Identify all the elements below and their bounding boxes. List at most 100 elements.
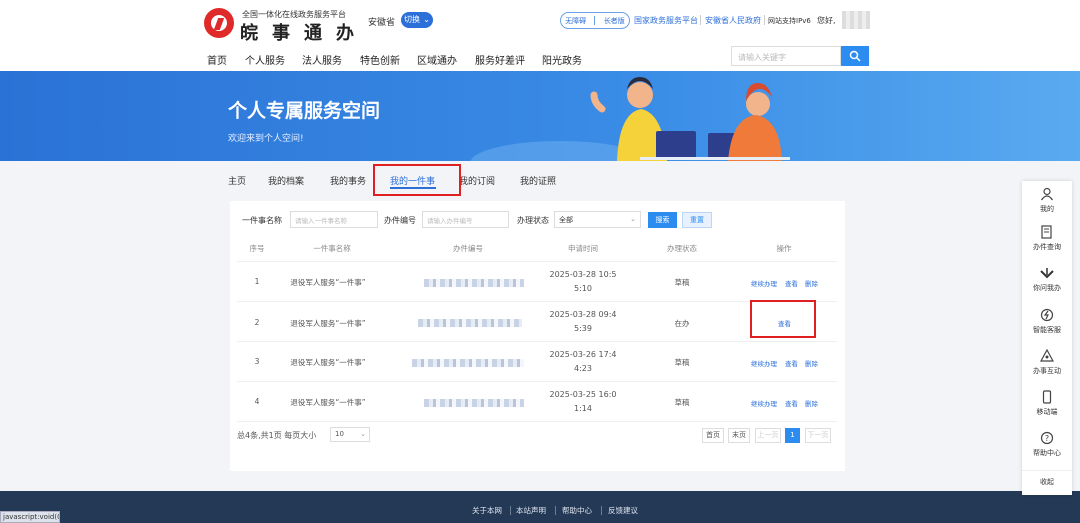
footer-feedback-link[interactable]: 反馈建议 <box>608 505 638 516</box>
greeting: 您好, <box>817 16 836 25</box>
footer-about-link[interactable]: 关于本网 <box>472 505 502 516</box>
row-2-code-redacted <box>418 319 522 327</box>
nav-regional[interactable]: 区域通办 <box>417 52 457 67</box>
help-icon: ? <box>1040 431 1054 445</box>
sidebar-collapse-button[interactable]: 收起 <box>1022 470 1072 487</box>
divider <box>237 381 837 382</box>
column-header-status: 办理状态 <box>667 244 697 253</box>
row-2-no: 2 <box>254 318 260 327</box>
nav-sunshine[interactable]: 阳光政务 <box>542 52 582 67</box>
filter-status-label: 办理状态 <box>517 216 549 225</box>
next-page-button[interactable]: 下一页 <box>805 428 831 443</box>
sidebar-item-mine[interactable]: 我的 <box>1022 187 1072 214</box>
banner <box>0 71 1080 161</box>
row-4-delete-link[interactable]: 删除 <box>805 398 818 408</box>
current-page-button[interactable]: 1 <box>785 428 800 443</box>
row-4-view-link[interactable]: 查看 <box>785 398 798 408</box>
chevron-down-icon: ⌄ <box>423 15 430 24</box>
logo-icon[interactable] <box>204 8 234 38</box>
row-1-name: 退役军人服务“一件事” <box>290 278 366 287</box>
pagination-total: 总4条,共1页 每页大小 <box>237 431 317 440</box>
row-4-code-redacted <box>424 399 524 407</box>
user-avatar[interactable] <box>842 11 870 29</box>
row-3-continue-link[interactable]: 继续办理 <box>751 358 777 368</box>
filter-code-input[interactable]: 请输入办件编号 <box>422 211 509 228</box>
divider <box>601 506 602 515</box>
chat-icon <box>1040 268 1054 279</box>
row-3-status: 草稿 <box>674 358 690 367</box>
row-1-continue-link[interactable]: 继续办理 <box>751 278 777 288</box>
nav-evaluation[interactable]: 服务好差评 <box>475 52 525 67</box>
row-3-code-redacted <box>412 359 524 367</box>
filter-status-select[interactable]: 全部 ⌄ <box>554 211 641 228</box>
row-3-name: 退役军人服务“一件事” <box>290 358 366 367</box>
banner-subtitle: 欢迎来到个人空间! <box>228 134 304 144</box>
row-2-status: 在办 <box>674 319 690 328</box>
accessibility-link[interactable]: 无障碍 <box>565 16 586 26</box>
logo-title[interactable]: 皖事通办 <box>240 19 368 45</box>
row-1-code-redacted <box>424 279 524 287</box>
accessibility-toggle: 无障碍 长者版 <box>560 12 630 29</box>
row-1-time: 2025-03-28 10:5 5:10 <box>549 270 617 293</box>
tab-home[interactable]: 主页 <box>228 174 246 187</box>
sidebar-item-customer-service[interactable]: 智能客服 <box>1022 308 1072 335</box>
province-switch-button[interactable]: 切换 ⌄ <box>401 12 433 28</box>
filter-search-button[interactable]: 搜索 <box>648 212 677 228</box>
column-header-actions: 操作 <box>776 244 792 253</box>
province-label: 安徽省 <box>368 18 396 28</box>
divider <box>237 341 837 342</box>
divider <box>237 301 837 302</box>
row-4-name: 退役军人服务“一件事” <box>290 398 366 407</box>
row-4-no: 4 <box>254 397 260 406</box>
tab-certificates[interactable]: 我的证照 <box>520 174 556 187</box>
tab-affairs[interactable]: 我的事务 <box>330 174 366 187</box>
sidebar-item-mobile[interactable]: 移动端 <box>1022 390 1072 417</box>
first-page-button[interactable]: 首页 <box>702 428 724 443</box>
highlight-box <box>373 164 461 196</box>
row-1-status: 草稿 <box>674 278 690 287</box>
row-2-time: 2025-03-28 09:4 5:39 <box>549 310 617 333</box>
nav-personal[interactable]: 个人服务 <box>245 52 285 67</box>
page-size-select[interactable]: 10 ⌄ <box>330 427 370 442</box>
filter-reset-button[interactable]: 重置 <box>682 212 712 228</box>
document-search-icon <box>1041 225 1052 239</box>
prev-page-button[interactable]: 上一页 <box>755 428 781 443</box>
nav-legal[interactable]: 法人服务 <box>302 52 342 67</box>
search-input[interactable]: 请输入关键字 <box>731 46 841 66</box>
divider <box>594 16 596 25</box>
tab-subscriptions[interactable]: 我的订阅 <box>459 174 495 187</box>
row-1-delete-link[interactable]: 删除 <box>805 278 818 288</box>
recycle-icon <box>1040 349 1054 362</box>
nav-home[interactable]: 首页 <box>207 52 227 67</box>
sidebar-item-interaction[interactable]: 办事互动 <box>1022 349 1072 376</box>
chevron-down-icon: ⌄ <box>360 430 366 438</box>
search-button[interactable] <box>841 46 869 66</box>
browser-status-bar: javascript:void(0) <box>0 511 60 523</box>
row-4-time: 2025-03-25 16:0 1:14 <box>549 390 617 413</box>
filter-name-input[interactable]: 请输入一件事名称 <box>290 211 378 228</box>
footer-statement-link[interactable]: 本站声明 <box>516 505 546 516</box>
row-3-view-link[interactable]: 查看 <box>785 358 798 368</box>
row-2-name: 退役军人服务“一件事” <box>290 319 366 328</box>
row-1-view-link[interactable]: 查看 <box>785 278 798 288</box>
nav-innovation[interactable]: 特色创新 <box>360 52 400 67</box>
row-4-status: 草稿 <box>674 398 690 407</box>
svg-text:?: ? <box>1045 434 1049 443</box>
sidebar-item-ask[interactable]: 你问我办 <box>1022 266 1072 293</box>
national-platform-link[interactable]: 国家政务服务平台 <box>634 15 698 26</box>
row-4-continue-link[interactable]: 继续办理 <box>751 398 777 408</box>
sidebar-item-help[interactable]: ? 帮助中心 <box>1022 431 1072 458</box>
column-header-no: 序号 <box>249 244 265 253</box>
column-header-code: 办件编号 <box>453 244 483 253</box>
last-page-button[interactable]: 末页 <box>728 428 750 443</box>
column-header-time: 申请时间 <box>568 244 598 253</box>
footer-help-link[interactable]: 帮助中心 <box>562 505 592 516</box>
sidebar-item-query[interactable]: 办件查询 <box>1022 225 1072 252</box>
tab-profile[interactable]: 我的档案 <box>268 174 304 187</box>
search-icon <box>849 50 861 62</box>
elder-mode-link[interactable]: 长者版 <box>604 16 625 26</box>
highlight-box <box>750 300 816 338</box>
province-gov-link[interactable]: 安徽省人民政府 <box>705 15 761 26</box>
floating-sidebar: 我的 办件查询 你问我办 智能客服 办事互动 移动端 ? 帮助中心 收起 <box>1022 181 1072 495</box>
row-3-delete-link[interactable]: 删除 <box>805 358 818 368</box>
